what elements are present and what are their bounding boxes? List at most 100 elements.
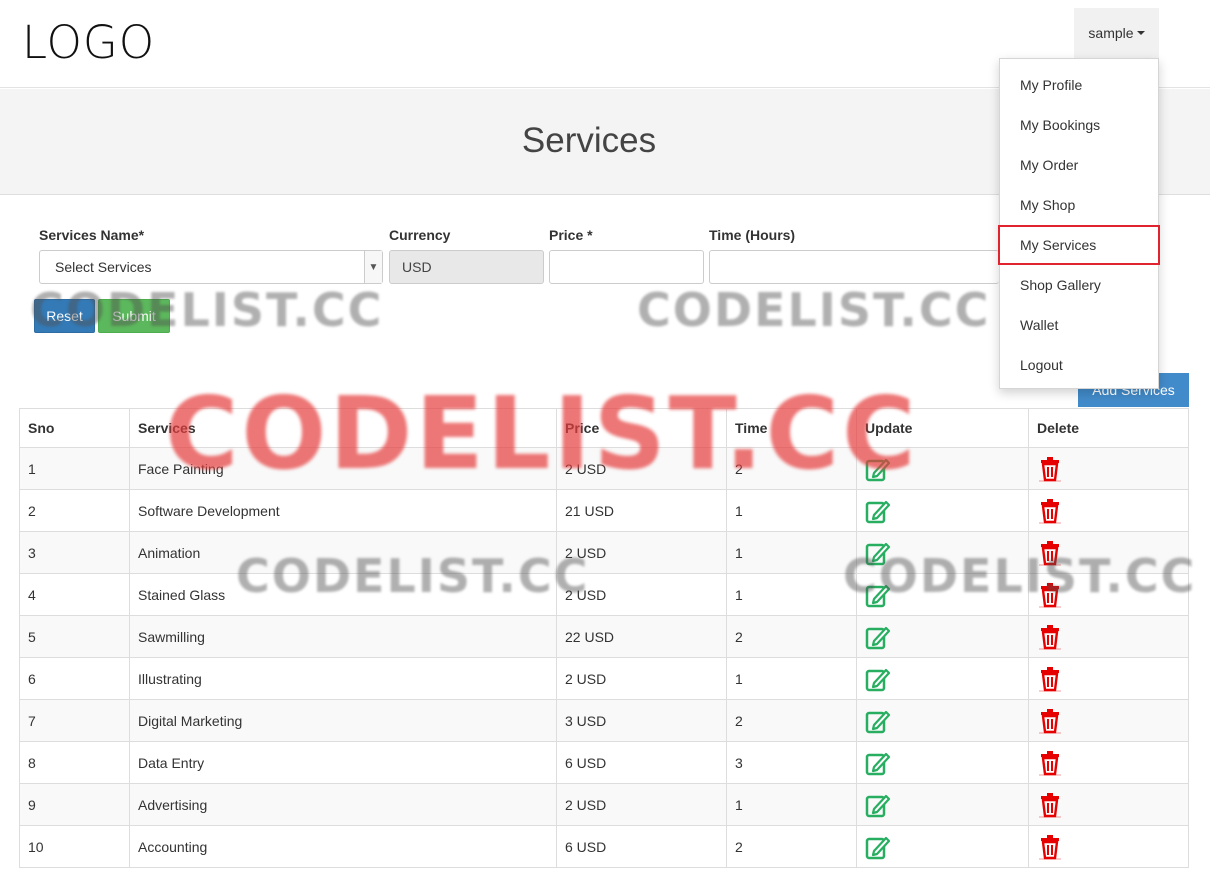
cell-price: 2 USD (556, 531, 727, 574)
cell-update (856, 615, 1029, 658)
cell-service: Stained Glass (129, 573, 557, 616)
cell-update (856, 783, 1029, 826)
menu-item-my-shop[interactable]: My Shop (1000, 185, 1158, 225)
cell-time: 1 (726, 657, 857, 700)
cell-update (856, 825, 1029, 868)
cell-service: Face Painting (129, 447, 557, 490)
cell-price: 2 USD (556, 657, 727, 700)
services-table: Sno Services Price Time Update Delete 1 … (19, 408, 1189, 868)
table-row: 9 Advertising 2 USD 1 (19, 783, 1189, 826)
menu-item-my-profile[interactable]: My Profile (1000, 65, 1158, 105)
submit-button[interactable]: Submit (98, 299, 170, 333)
trash-icon[interactable] (1037, 834, 1063, 860)
cell-update (856, 573, 1029, 616)
user-menu-button[interactable]: sample (1074, 8, 1159, 58)
time-label: Time (Hours) (709, 227, 796, 243)
cell-sno: 7 (19, 699, 130, 742)
user-menu-label: sample (1088, 25, 1134, 41)
column-header-price: Price (556, 408, 727, 448)
cell-time: 2 (726, 699, 857, 742)
price-label: Price * (549, 227, 593, 243)
table-row: 2 Software Development 21 USD 1 (19, 489, 1189, 532)
cell-delete (1028, 783, 1189, 826)
table-row: 6 Illustrating 2 USD 1 (19, 657, 1189, 700)
trash-icon[interactable] (1037, 540, 1063, 566)
table-row: 8 Data Entry 6 USD 3 (19, 741, 1189, 784)
edit-icon[interactable] (865, 750, 891, 776)
menu-item-my-services[interactable]: My Services (998, 225, 1160, 265)
currency-label: Currency (389, 227, 451, 243)
user-dropdown-menu: My Profile My Bookings My Order My Shop My S… (998, 58, 1160, 389)
time-input[interactable] (709, 250, 999, 284)
caret-down-icon (1136, 31, 1145, 35)
trash-icon[interactable] (1037, 750, 1063, 776)
table-row: 10 Accounting 6 USD 2 (19, 825, 1189, 868)
menu-item-my-bookings[interactable]: My Bookings (1000, 105, 1158, 145)
cell-update (856, 489, 1029, 532)
chevron-down-icon: ▼ (364, 251, 382, 283)
cell-sno: 9 (19, 783, 130, 826)
menu-item-my-order[interactable]: My Order (1000, 145, 1158, 185)
column-header-time: Time (726, 408, 857, 448)
trash-icon[interactable] (1037, 582, 1063, 608)
column-header-sno: Sno (19, 408, 130, 448)
menu-item-logout[interactable]: Logout (1000, 345, 1158, 385)
edit-icon[interactable] (865, 582, 891, 608)
services-select-value: Select Services (55, 259, 152, 275)
services-select[interactable]: Select Services ▼ (39, 250, 383, 284)
table-header-row: Sno Services Price Time Update Delete (19, 408, 1189, 448)
cell-service: Accounting (129, 825, 557, 868)
edit-icon[interactable] (865, 540, 891, 566)
trash-icon[interactable] (1037, 792, 1063, 818)
cell-delete (1028, 489, 1189, 532)
cell-delete (1028, 741, 1189, 784)
price-input[interactable] (549, 250, 704, 284)
cell-delete (1028, 447, 1189, 490)
cell-update (856, 447, 1029, 490)
cell-sno: 3 (19, 531, 130, 574)
cell-update (856, 741, 1029, 784)
cell-service: Animation (129, 531, 557, 574)
table-row: 7 Digital Marketing 3 USD 2 (19, 699, 1189, 742)
cell-delete (1028, 531, 1189, 574)
table-row: 5 Sawmilling 22 USD 2 (19, 615, 1189, 658)
menu-item-shop-gallery[interactable]: Shop Gallery (1000, 265, 1158, 305)
trash-icon[interactable] (1037, 456, 1063, 482)
edit-icon[interactable] (865, 708, 891, 734)
cell-time: 2 (726, 615, 857, 658)
cell-price: 2 USD (556, 447, 727, 490)
edit-icon[interactable] (865, 498, 891, 524)
cell-time: 1 (726, 489, 857, 532)
edit-icon[interactable] (865, 624, 891, 650)
cell-service: Illustrating (129, 657, 557, 700)
trash-icon[interactable] (1037, 708, 1063, 734)
currency-field: USD (389, 250, 544, 284)
cell-delete (1028, 825, 1189, 868)
edit-icon[interactable] (865, 792, 891, 818)
cell-update (856, 657, 1029, 700)
logo[interactable]: LOGO (22, 16, 155, 69)
cell-update (856, 531, 1029, 574)
cell-time: 1 (726, 531, 857, 574)
table-row: 3 Animation 2 USD 1 (19, 531, 1189, 574)
cell-price: 21 USD (556, 489, 727, 532)
cell-price: 22 USD (556, 615, 727, 658)
reset-button[interactable]: Reset (34, 299, 95, 333)
edit-icon[interactable] (865, 834, 891, 860)
cell-delete (1028, 699, 1189, 742)
cell-sno: 6 (19, 657, 130, 700)
cell-price: 3 USD (556, 699, 727, 742)
cell-sno: 8 (19, 741, 130, 784)
cell-time: 1 (726, 573, 857, 616)
menu-item-wallet[interactable]: Wallet (1000, 305, 1158, 345)
cell-price: 2 USD (556, 783, 727, 826)
trash-icon[interactable] (1037, 666, 1063, 692)
cell-service: Advertising (129, 783, 557, 826)
edit-icon[interactable] (865, 666, 891, 692)
trash-icon[interactable] (1037, 498, 1063, 524)
trash-icon[interactable] (1037, 624, 1063, 650)
column-header-delete: Delete (1028, 408, 1189, 448)
cell-price: 2 USD (556, 573, 727, 616)
edit-icon[interactable] (865, 456, 891, 482)
table-row: 1 Face Painting 2 USD 2 (19, 447, 1189, 490)
